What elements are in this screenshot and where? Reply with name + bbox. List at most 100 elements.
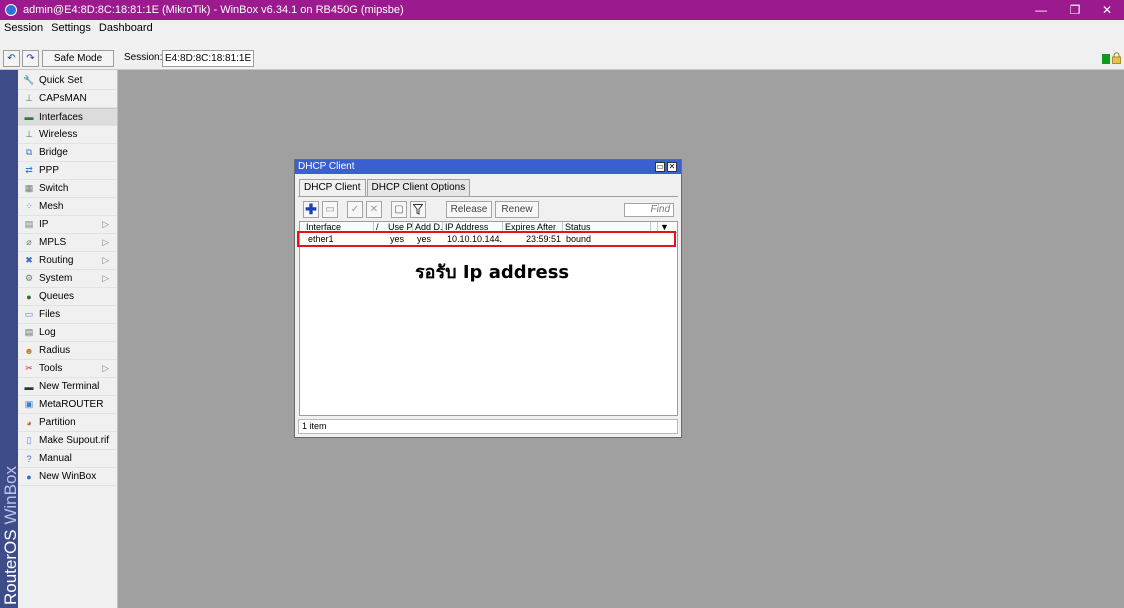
sidebar-item-mesh[interactable]: ⁘ Mesh xyxy=(18,198,117,216)
quickset-icon: 🔧 xyxy=(23,75,35,85)
renew-button[interactable]: Renew xyxy=(495,201,539,218)
ppp-icon: ⇄ xyxy=(25,165,33,175)
disable-button[interactable]: ✕ xyxy=(366,201,382,218)
bridge-icon: ⧉ xyxy=(25,147,33,157)
sidebar-item-label: Log xyxy=(39,327,56,338)
terminal-icon: ▬ xyxy=(24,381,34,392)
highlight-box xyxy=(297,231,676,247)
annotation-text: รอรับ Ip address xyxy=(415,262,570,283)
sidebar-item-make-supout-rif[interactable]: ▯ Make Supout.rif xyxy=(18,432,117,450)
dhcp-window-title: DHCP Client xyxy=(298,161,355,172)
sidebar-item-log[interactable]: ▤ Log xyxy=(18,324,117,342)
submenu-arrow-icon: ▷ xyxy=(102,255,109,265)
sidebar-item-switch[interactable]: ▦ Switch xyxy=(18,180,117,198)
submenu-arrow-icon: ▷ xyxy=(102,363,109,373)
add-button[interactable]: ✚ xyxy=(303,201,319,218)
sidebar-item-label: MetaROUTER xyxy=(39,399,104,410)
connection-status-icon xyxy=(1102,54,1110,64)
sidebar-item-ppp[interactable]: ⇄ PPP xyxy=(18,162,117,180)
maximize-button[interactable]: ❐ xyxy=(1058,0,1092,20)
release-button[interactable]: Release xyxy=(446,201,492,218)
sidebar-item-tools[interactable]: ✂ Tools ▷ xyxy=(18,360,117,378)
metarouter-icon: ▣ xyxy=(24,399,34,409)
sidebar-item-metarouter[interactable]: ▣ MetaROUTER xyxy=(18,396,117,414)
sidebar-item-interfaces[interactable]: ▬ Interfaces xyxy=(18,108,117,126)
sidebar-item-label: PPP xyxy=(39,165,60,176)
filter-icon xyxy=(413,204,423,215)
mesh-icon: ⁘ xyxy=(25,201,33,211)
sidebar-item-partition[interactable]: ◕ Partition xyxy=(18,414,117,432)
sidebar-item-ip[interactable]: ▤ IP ▷ xyxy=(18,216,117,234)
safe-mode-button[interactable]: Safe Mode xyxy=(42,50,114,67)
submenu-arrow-icon: ▷ xyxy=(102,219,109,229)
menu-bar: Session Settings Dashboard xyxy=(0,20,1124,36)
window-status-bar: 1 item xyxy=(298,419,678,434)
undo-button[interactable]: ↶ xyxy=(3,50,20,67)
sidebar-item-label: Switch xyxy=(39,183,69,194)
sidebar-item-label: Mesh xyxy=(39,201,64,212)
tab-dhcp-client[interactable]: DHCP Client xyxy=(299,179,366,197)
sidebar-item-label: Partition xyxy=(39,417,76,428)
sidebar-item-mpls[interactable]: ⌀ MPLS ▷ xyxy=(18,234,117,252)
sidebar-item-label: System xyxy=(39,273,73,284)
sidebar-item-files[interactable]: ▭ Files xyxy=(18,306,117,324)
sidebar-item-wireless[interactable]: ⊥ Wireless xyxy=(18,126,117,144)
redo-button[interactable]: ↷ xyxy=(22,50,39,67)
menu-session[interactable]: Session xyxy=(0,22,47,34)
manual-icon: ? xyxy=(26,453,32,464)
sidebar-item-label: Routing xyxy=(39,255,74,266)
lock-icon xyxy=(1112,52,1121,64)
sidebar-item-label: Tools xyxy=(39,363,63,374)
sidebar-item-radius[interactable]: ☻ Radius xyxy=(18,342,117,360)
routing-icon: ✖ xyxy=(25,255,33,265)
sidebar-item-label: Radius xyxy=(39,345,71,356)
sidebar-item-label: Make Supout.rif xyxy=(39,435,110,446)
session-field[interactable]: E4:8D:8C:18:81:1E xyxy=(162,50,254,67)
sidebar-item-label: Interfaces xyxy=(39,111,83,123)
sidebar-item-routing[interactable]: ✖ Routing ▷ xyxy=(18,252,117,270)
switch-icon: ▦ xyxy=(24,183,34,193)
find-input[interactable]: Find xyxy=(624,203,674,217)
sidebar-item-label: Wireless xyxy=(39,129,78,140)
sidebar-item-label: Quick Set xyxy=(39,75,83,86)
dhcp-client-window[interactable]: DHCP Client ▭ ✕ DHCP Client DHCP Client … xyxy=(294,159,682,438)
sidebar-item-system[interactable]: ⚙ System ▷ xyxy=(18,270,117,288)
menu-settings[interactable]: Settings xyxy=(47,22,95,34)
dhcp-window-title-bar[interactable]: DHCP Client ▭ ✕ xyxy=(295,160,681,174)
sidebar-item-bridge[interactable]: ⧉ Bridge xyxy=(18,144,117,162)
ip-icon: ▤ xyxy=(24,219,34,229)
enable-button[interactable]: ✓ xyxy=(347,201,363,218)
sidebar-menu: 🔧 Quick Set ⊥ CAPsMAN ▬ Interfaces ⊥ Wireless ⧉ B… xyxy=(18,70,118,608)
filter-button[interactable] xyxy=(410,201,426,218)
remove-button[interactable]: ▭ xyxy=(322,201,338,218)
sidebar-item-label: IP xyxy=(39,219,49,230)
menu-dashboard[interactable]: Dashboard xyxy=(95,22,157,34)
window-close-icon[interactable]: ✕ xyxy=(667,162,677,172)
supout-icon: ▯ xyxy=(26,435,32,445)
close-button[interactable]: ✕ xyxy=(1090,0,1124,20)
sidebar-item-label: CAPsMAN xyxy=(39,93,87,104)
wireless-icon: ⊥ xyxy=(25,129,33,139)
window-title: admin@E4:8D:8C:18:81:1E (MikroTik) - Win… xyxy=(23,4,404,16)
queues-icon: ● xyxy=(26,291,32,302)
sidebar-item-manual[interactable]: ? Manual xyxy=(18,450,117,468)
sidebar-item-label: Bridge xyxy=(39,147,68,158)
sidebar-item-capsman[interactable]: ⊥ CAPsMAN xyxy=(18,90,117,108)
comment-button[interactable]: ▢ xyxy=(391,201,407,218)
window-restore-icon[interactable]: ▭ xyxy=(655,162,665,172)
sidebar-item-label: Queues xyxy=(39,291,75,302)
sidebar-item-new-terminal[interactable]: ▬ New Terminal xyxy=(18,378,117,396)
tab-dhcp-client-options[interactable]: DHCP Client Options xyxy=(366,179,471,196)
sidebar-item-label: New Terminal xyxy=(39,381,100,392)
sidebar-item-new-winbox[interactable]: ● New WinBox xyxy=(18,468,117,486)
sidebar-item-label: MPLS xyxy=(39,237,67,248)
submenu-arrow-icon: ▷ xyxy=(102,273,109,283)
sidebar-item-label: Files xyxy=(39,309,61,320)
minimize-button[interactable]: — xyxy=(1024,0,1058,20)
winbox-icon: ● xyxy=(26,471,32,482)
sidebar-item-label: Manual xyxy=(39,453,72,464)
sidebar-item-label: New WinBox xyxy=(39,471,97,482)
interfaces-icon: ▬ xyxy=(24,112,34,122)
sidebar-item-queues[interactable]: ● Queues xyxy=(18,288,117,306)
sidebar-item-quick-set[interactable]: 🔧 Quick Set xyxy=(18,72,117,90)
